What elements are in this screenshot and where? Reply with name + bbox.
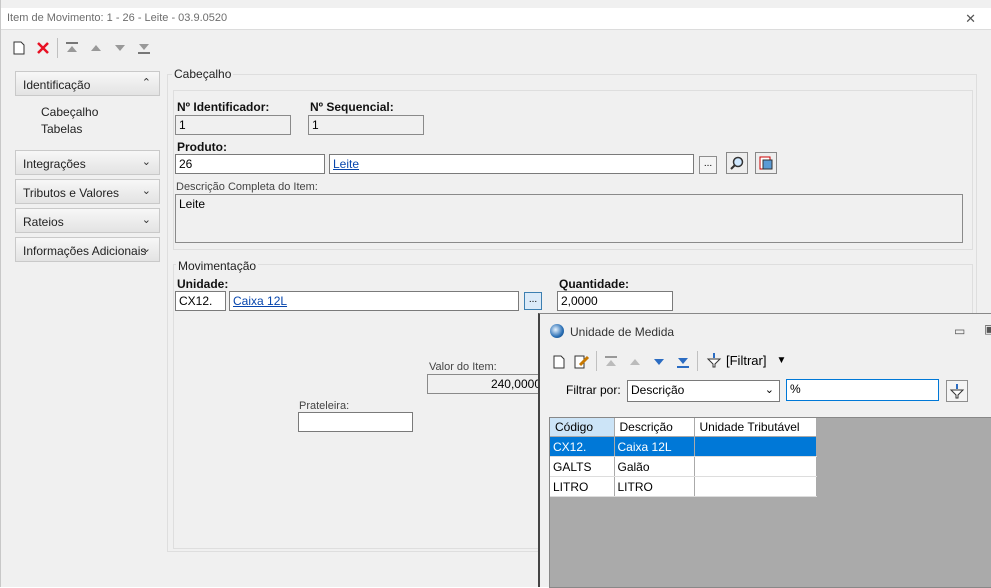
- descricao-textarea[interactable]: Leite: [175, 194, 963, 243]
- sidebar-group-rateios[interactable]: Rateios ⌄: [15, 208, 160, 233]
- id-label: Nº Identificador:: [177, 100, 270, 114]
- toolbar-separator: [596, 351, 597, 371]
- section-caption-movimentacao: Movimentação: [176, 259, 259, 273]
- filter-icon: [706, 353, 722, 368]
- filter-button-label: [Filtrar]: [726, 352, 767, 368]
- chevron-down-icon: ⌄: [141, 185, 151, 197]
- sidebar-group-label: Integrações: [23, 157, 86, 171]
- seq-label: Nº Sequencial:: [310, 100, 394, 114]
- produto-label: Produto:: [177, 140, 227, 154]
- cell-codigo[interactable]: CX12.: [550, 436, 615, 457]
- unidade-label: Unidade:: [177, 277, 229, 291]
- dropdown-arrow-icon[interactable]: ▼: [776, 355, 786, 366]
- dialog-title-bar: Unidade de Medida ▭ ▣: [540, 314, 991, 348]
- results-table: Código Descrição Unidade Tributável CX12…: [550, 418, 817, 497]
- search-icon[interactable]: [726, 152, 748, 174]
- next-record-icon[interactable]: [111, 39, 129, 57]
- section-caption-cabecalho: Cabeçalho: [172, 67, 234, 81]
- descricao-label: Descrição Completa do Item:: [176, 181, 318, 193]
- prateleira-field[interactable]: [298, 412, 413, 432]
- previous-record-icon[interactable]: [626, 353, 644, 371]
- table-header-row: Código Descrição Unidade Tributável: [550, 418, 817, 437]
- app-logo-icon: [550, 324, 564, 338]
- filter-field-select[interactable]: Descrição ⌄: [627, 380, 780, 402]
- filter-button[interactable]: [Filtrar] ▼: [706, 352, 786, 368]
- cell-descricao[interactable]: Caixa 12L: [614, 436, 695, 457]
- edit-record-icon[interactable]: [573, 353, 591, 371]
- chevron-down-icon: ⌄: [141, 156, 151, 168]
- sidebar-group-label: Tributos e Valores: [23, 186, 120, 200]
- dialog-title: Unidade de Medida: [570, 325, 675, 339]
- column-header-descricao[interactable]: Descrição: [614, 418, 695, 437]
- cell-descricao[interactable]: LITRO: [614, 476, 695, 497]
- sidebar-group-integracoes[interactable]: Integrações ⌄: [15, 150, 160, 175]
- delete-icon[interactable]: [34, 39, 52, 57]
- unidade-code-field[interactable]: CX12.: [175, 291, 226, 311]
- table-row[interactable]: GALTS Galão: [550, 456, 817, 477]
- cell-codigo[interactable]: GALTS: [550, 456, 615, 477]
- unidade-link[interactable]: Caixa 12L: [233, 294, 287, 308]
- main-window: Item de Movimento: 1 - 26 - Leite - 03.9…: [0, 0, 991, 588]
- cell-trib[interactable]: [694, 456, 817, 477]
- column-header-unidade-tributavel[interactable]: Unidade Tributável: [694, 418, 817, 437]
- valor-field[interactable]: 240,0000: [427, 374, 545, 394]
- window-title: Item de Movimento: 1 - 26 - Leite - 03.9…: [7, 12, 228, 24]
- seq-field[interactable]: 1: [308, 115, 424, 135]
- filter-field-value: Descrição: [631, 383, 685, 397]
- sidebar-item-cabecalho[interactable]: Cabeçalho: [41, 105, 98, 119]
- unidade-lookup-button[interactable]: ...: [524, 292, 542, 310]
- first-record-icon[interactable]: [602, 353, 620, 371]
- open-record-icon[interactable]: [755, 152, 777, 174]
- sidebar-group-identificacao[interactable]: Identificação ⌃: [15, 71, 160, 96]
- cell-descricao[interactable]: Galão: [614, 456, 695, 477]
- last-record-icon[interactable]: [135, 39, 153, 57]
- column-header-codigo[interactable]: Código: [550, 418, 615, 437]
- id-field[interactable]: 1: [175, 115, 291, 135]
- new-record-icon[interactable]: [550, 353, 568, 371]
- previous-record-icon[interactable]: [87, 39, 105, 57]
- toolbar-separator: [697, 351, 698, 371]
- valor-label: Valor do Item:: [429, 361, 497, 373]
- title-bar: Item de Movimento: 1 - 26 - Leite - 03.9…: [1, 8, 991, 30]
- quantidade-field[interactable]: 2,0000: [557, 291, 673, 311]
- chevron-down-icon: ⌄: [141, 243, 151, 255]
- first-record-icon[interactable]: [63, 39, 81, 57]
- sidebar-group-info-adicionais[interactable]: Informações Adicionais ⌄: [15, 237, 160, 262]
- close-icon[interactable]: ✕: [965, 11, 976, 27]
- cell-codigo[interactable]: LITRO: [550, 476, 615, 497]
- table-row[interactable]: LITRO LITRO: [550, 476, 817, 497]
- chevron-up-icon: ⌃: [141, 77, 151, 89]
- table-row[interactable]: CX12. Caixa 12L: [550, 436, 817, 457]
- produto-lookup-button[interactable]: ...: [699, 156, 717, 174]
- produto-link[interactable]: Leite: [333, 157, 359, 171]
- cell-trib[interactable]: [694, 476, 817, 497]
- sidebar-group-label: Rateios: [23, 215, 64, 229]
- lookup-dialog: Unidade de Medida ▭ ▣ [Filtrar] ▼ Filtra…: [538, 313, 991, 588]
- results-grid: Código Descrição Unidade Tributável CX12…: [549, 417, 991, 588]
- last-record-icon[interactable]: [674, 353, 692, 371]
- sidebar-item-tabelas[interactable]: Tabelas: [41, 122, 82, 136]
- chevron-down-icon: ⌄: [764, 384, 774, 396]
- new-record-icon[interactable]: [10, 39, 28, 57]
- filter-by-label: Filtrar por:: [566, 383, 621, 397]
- sidebar-group-label: Informações Adicionais: [23, 244, 147, 258]
- toolbar-separator: [57, 38, 58, 58]
- unidade-name-field[interactable]: Caixa 12L: [229, 291, 519, 311]
- quantidade-label: Quantidade:: [559, 277, 630, 291]
- sidebar-group-tributos[interactable]: Tributos e Valores ⌄: [15, 179, 160, 204]
- produto-name-field[interactable]: Leite: [329, 154, 694, 174]
- prateleira-label: Prateleira:: [299, 400, 350, 412]
- cell-trib[interactable]: [694, 436, 817, 457]
- produto-code-field[interactable]: 26: [175, 154, 325, 174]
- chevron-down-icon: ⌄: [141, 214, 151, 226]
- minimize-icon[interactable]: ▭: [954, 324, 965, 338]
- next-record-icon[interactable]: [650, 353, 668, 371]
- filter-value-input[interactable]: %: [786, 379, 939, 401]
- maximize-icon[interactable]: ▣: [984, 322, 991, 336]
- sidebar-group-label: Identificação: [23, 78, 91, 92]
- apply-filter-icon[interactable]: [946, 380, 968, 402]
